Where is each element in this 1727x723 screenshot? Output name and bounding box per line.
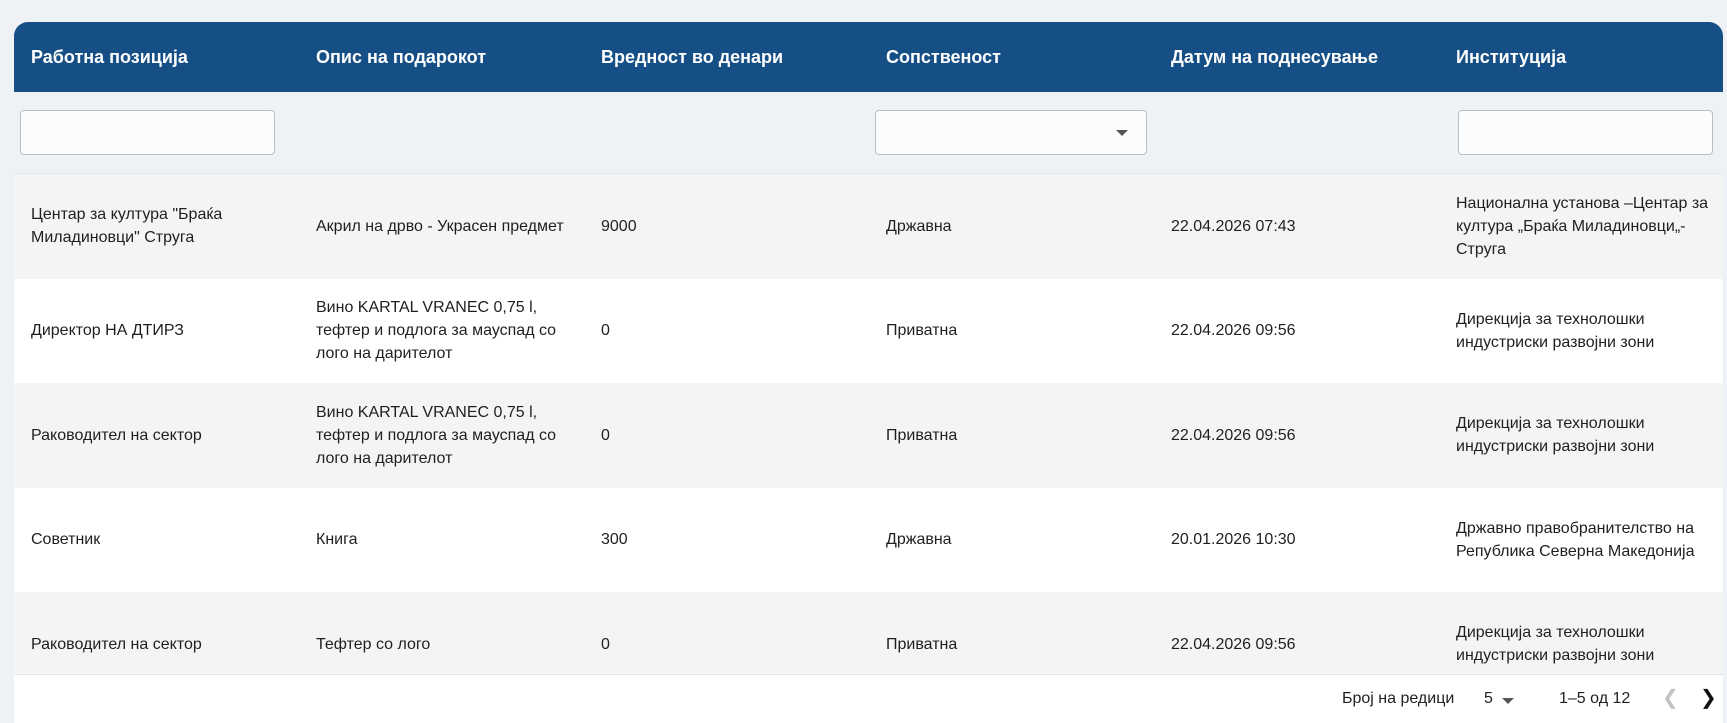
cell-ownership: Државна: [886, 531, 952, 549]
cell-value: 0: [601, 426, 610, 444]
cell-value: 0: [601, 322, 610, 340]
pagination-range: 1–5 од 12: [1559, 690, 1631, 707]
cell-description: Книга: [316, 531, 358, 549]
table-header: Работна позиција Опис на подарокот Вредн…: [14, 22, 1723, 92]
cell-position: Центар за култура "Браќа Миладиновци" Ст…: [31, 206, 223, 247]
column-header-position[interactable]: Работна позиција: [14, 22, 299, 92]
cell-date: 20.01.2026 10:30: [1171, 531, 1296, 549]
cell-description: Акрил на дрво - Украсен предмет: [316, 217, 564, 235]
table-row[interactable]: Советник Книга 300 Државна 20.01.2026 10…: [14, 487, 1723, 592]
cell-position: Советник: [31, 531, 101, 549]
column-header-description[interactable]: Опис на подарокот: [299, 22, 584, 92]
cell-date: 22.04.2026 07:43: [1171, 217, 1296, 235]
pagination-bar: Број на редици 5 1–5 од 12 ❮ ❯: [14, 674, 1723, 723]
cell-position: Директор НА ДТИРЗ: [31, 322, 184, 340]
column-header-date[interactable]: Датум на поднесување: [1154, 22, 1439, 92]
cell-institution: Дирекција за технолошки индустриски разв…: [1456, 310, 1655, 351]
column-header-institution[interactable]: Институција: [1439, 22, 1723, 92]
table-row[interactable]: Директор НА ДТИРЗ Вино KARTAL VRANEC 0,7…: [14, 278, 1723, 383]
cell-ownership: Државна: [886, 217, 952, 235]
column-header-value[interactable]: Вредност во денари: [584, 22, 869, 92]
cell-value: 9000: [601, 217, 637, 235]
cell-description: Вино KARTAL VRANEC 0,75 l, тефтер и подл…: [316, 403, 557, 467]
chevron-right-icon[interactable]: ❯: [1700, 688, 1717, 708]
chevron-down-icon[interactable]: [1502, 698, 1514, 704]
chevron-down-icon: [1116, 130, 1128, 136]
position-filter-input[interactable]: [20, 110, 275, 155]
cell-institution: Национална установа –Центар за култура „…: [1456, 194, 1709, 258]
cell-position: Раководител на сектор: [31, 426, 202, 444]
cell-date: 22.04.2026 09:56: [1171, 426, 1296, 444]
table-row[interactable]: Раководител на сектор Вино KARTAL VRANEC…: [14, 383, 1723, 488]
rows-per-page-select[interactable]: 5: [1484, 690, 1493, 708]
table-row[interactable]: Центар за култура "Браќа Миладиновци" Ст…: [14, 174, 1723, 279]
cell-ownership: Приватна: [886, 322, 958, 340]
institution-filter-input[interactable]: [1458, 110, 1713, 155]
cell-ownership: Приватна: [886, 426, 958, 444]
column-header-ownership[interactable]: Сопственост: [869, 22, 1154, 92]
chevron-left-icon[interactable]: ❮: [1662, 688, 1679, 708]
cell-value: 300: [601, 531, 628, 549]
rows-per-page-label: Број на редици: [1342, 690, 1455, 707]
gifts-table-card: Работна позиција Опис на подарокот Вредн…: [14, 22, 1723, 723]
cell-institution: Дирекција за технолошки индустриски разв…: [1456, 415, 1655, 456]
cell-institution: Државно правобранителство на Република С…: [1456, 519, 1695, 560]
cell-date: 22.04.2026 09:56: [1171, 322, 1296, 340]
cell-description: Вино KARTAL VRANEC 0,75 l, тефтер и подл…: [316, 299, 557, 363]
ownership-filter-select[interactable]: [875, 110, 1147, 155]
filter-row: [14, 92, 1723, 174]
